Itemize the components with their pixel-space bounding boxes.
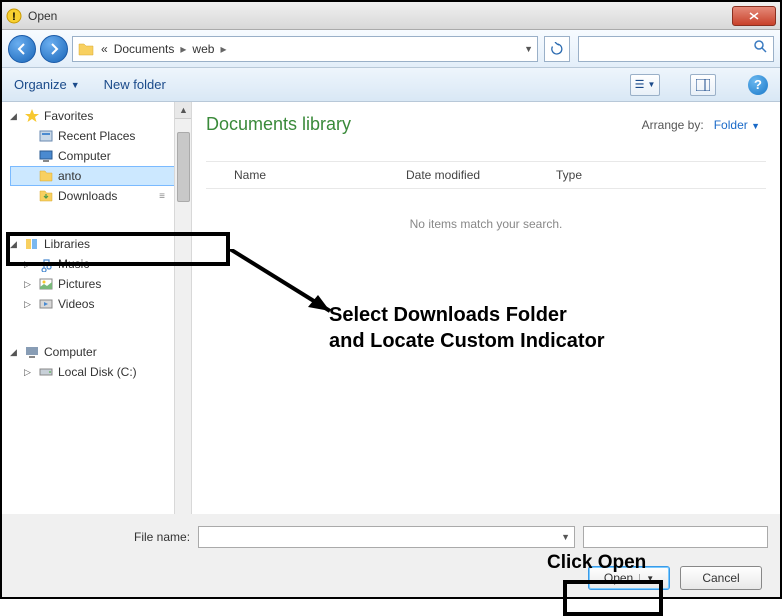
window-title: Open — [28, 9, 732, 23]
body-area: ◢ Favorites Recent Places Computer anto — [2, 102, 780, 552]
organize-menu[interactable]: Organize▼ — [14, 77, 80, 92]
breadcrumb-prefix: « — [101, 42, 108, 56]
list-view-icon: ☰ — [635, 78, 645, 91]
breadcrumb-dropdown-icon[interactable]: ▼ — [524, 44, 533, 54]
music-icon — [38, 256, 54, 272]
button-bar: Open ▼ Cancel — [2, 559, 780, 597]
libraries-title[interactable]: ◢ Libraries — [10, 236, 187, 252]
forward-button[interactable] — [40, 35, 68, 63]
search-icon — [753, 39, 767, 58]
sidebar-scrollbar[interactable]: ▲ ▼ — [174, 102, 191, 552]
expand-icon: ▷ — [24, 299, 34, 310]
column-headers: Name Date modified Type — [206, 161, 766, 189]
preview-pane-icon — [696, 79, 710, 91]
svg-text:!: ! — [12, 11, 16, 23]
help-button[interactable]: ? — [748, 75, 768, 95]
col-date[interactable]: Date modified — [406, 168, 556, 182]
search-input[interactable] — [578, 36, 774, 62]
disk-icon — [38, 364, 54, 380]
grip-icon: ≡ — [159, 191, 165, 202]
sidebar-item-computer-fav[interactable]: Computer — [10, 146, 187, 166]
sidebar: ◢ Favorites Recent Places Computer anto — [2, 102, 192, 552]
breadcrumb-separator-icon: ▸ — [220, 42, 226, 56]
folder-icon — [38, 188, 54, 204]
libraries-group: ◢ Libraries ▷ Music ▷ Pictures ▷ — [2, 230, 191, 318]
favorites-group: ◢ Favorites Recent Places Computer anto — [2, 102, 191, 210]
arrange-by-dropdown[interactable]: Folder ▼ — [714, 118, 760, 132]
expand-icon: ▷ — [24, 279, 34, 290]
favorites-title[interactable]: ◢ Favorites — [10, 108, 187, 124]
breadcrumb-separator-icon: ▸ — [180, 42, 186, 56]
bottom-bar: File name: ▼ — [2, 514, 780, 559]
refresh-button[interactable] — [544, 36, 570, 62]
videos-icon — [38, 296, 54, 312]
computer-icon — [38, 148, 54, 164]
breadcrumb-part-1[interactable]: Documents — [114, 42, 175, 56]
chevron-down-icon: ▼ — [561, 532, 570, 542]
sidebar-item-anto[interactable]: anto — [10, 166, 187, 186]
collapse-icon: ◢ — [10, 347, 20, 358]
toolbar: Organize▼ New folder ☰▼ ? — [2, 68, 780, 102]
folder-icon — [77, 40, 95, 58]
expand-icon: ▷ — [24, 259, 34, 270]
chevron-down-icon: ▼ — [71, 80, 80, 90]
col-type[interactable]: Type — [556, 168, 656, 182]
sidebar-item-downloads[interactable]: Downloads ≡ — [10, 186, 187, 206]
col-name[interactable]: Name — [206, 168, 406, 182]
chevron-down-icon: ▼ — [639, 574, 654, 583]
close-button[interactable] — [732, 6, 776, 26]
computer-group: ◢ Computer ▷ Local Disk (C:) — [2, 338, 191, 386]
preview-pane-button[interactable] — [690, 74, 716, 96]
libraries-icon — [24, 236, 40, 252]
computer-icon — [24, 344, 40, 360]
cancel-button[interactable]: Cancel — [680, 566, 762, 590]
sidebar-item-videos[interactable]: ▷ Videos — [10, 294, 187, 314]
scroll-up-icon[interactable]: ▲ — [175, 102, 192, 119]
chevron-down-icon: ▼ — [647, 80, 655, 89]
star-icon — [24, 108, 40, 124]
collapse-icon: ◢ — [10, 239, 20, 250]
chevron-down-icon: ▼ — [751, 121, 760, 131]
titlebar: ! Open — [2, 2, 780, 30]
new-folder-button[interactable]: New folder — [104, 77, 166, 92]
filename-input[interactable]: ▼ — [198, 526, 575, 548]
sidebar-item-local-disk[interactable]: ▷ Local Disk (C:) — [10, 362, 187, 382]
empty-message: No items match your search. — [206, 217, 766, 231]
scrollbar-thumb[interactable] — [177, 132, 190, 202]
open-dialog: ! Open « Documents ▸ web ▸ ▼ — [2, 2, 780, 597]
pictures-icon — [38, 276, 54, 292]
filetype-dropdown[interactable] — [583, 526, 768, 548]
recent-icon — [38, 128, 54, 144]
collapse-icon: ◢ — [10, 111, 20, 122]
arrange-by: Arrange by: Folder ▼ — [642, 118, 760, 132]
sidebar-item-music[interactable]: ▷ Music — [10, 254, 187, 274]
filename-label: File name: — [134, 530, 190, 544]
breadcrumb-part-2[interactable]: web — [192, 42, 214, 56]
breadcrumb[interactable]: « Documents ▸ web ▸ ▼ — [72, 36, 538, 62]
sidebar-item-recent-places[interactable]: Recent Places — [10, 126, 187, 146]
content-pane: Documents library Arrange by: Folder ▼ N… — [192, 102, 780, 552]
view-mode-button[interactable]: ☰▼ — [630, 74, 660, 96]
folder-icon — [38, 168, 54, 184]
app-icon: ! — [6, 8, 22, 24]
expand-icon: ▷ — [24, 367, 34, 378]
open-button[interactable]: Open ▼ — [588, 566, 670, 590]
computer-title[interactable]: ◢ Computer — [10, 344, 187, 360]
navbar: « Documents ▸ web ▸ ▼ — [2, 30, 780, 68]
sidebar-item-pictures[interactable]: ▷ Pictures — [10, 274, 187, 294]
back-button[interactable] — [8, 35, 36, 63]
